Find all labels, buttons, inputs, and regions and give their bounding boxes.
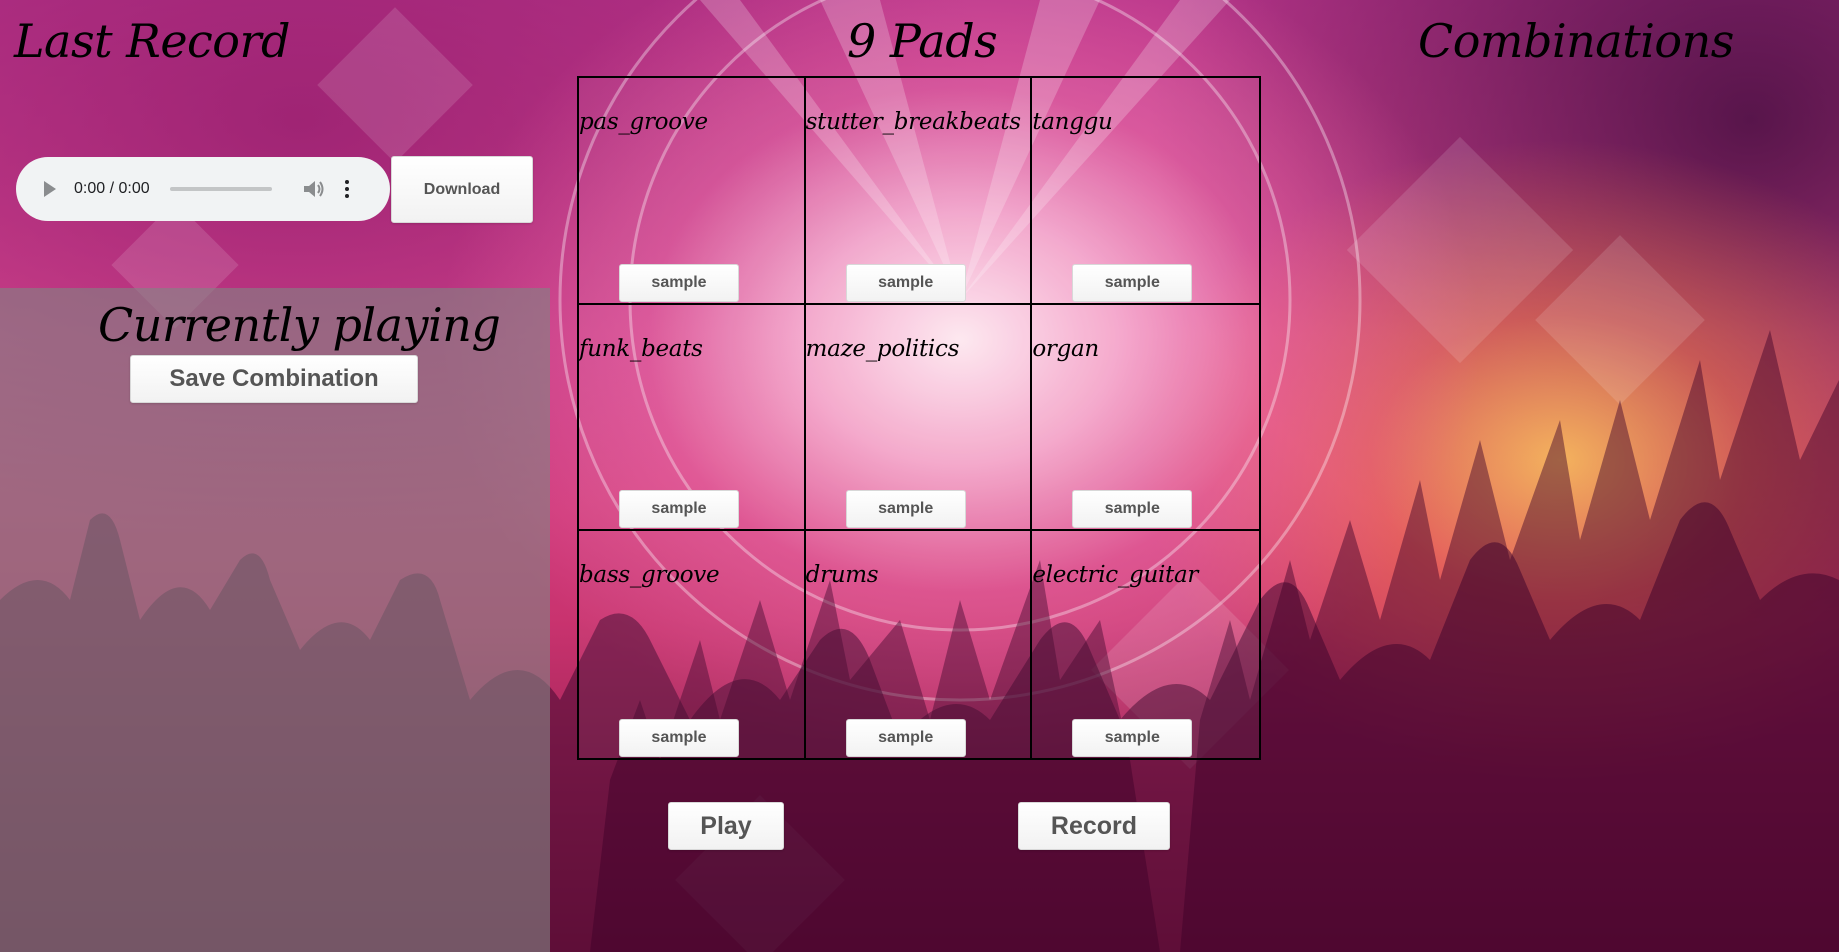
pads-heading: 9 Pads xyxy=(847,14,998,68)
pad-name: organ xyxy=(1032,335,1099,362)
save-combination-button[interactable]: Save Combination xyxy=(130,355,418,403)
pad-name: drums xyxy=(805,562,879,589)
sample-button[interactable]: sample xyxy=(619,719,739,757)
audio-time: 0:00 / 0:00 xyxy=(74,180,150,197)
pad-electric-guitar[interactable]: electric_guitar sample xyxy=(1032,531,1259,758)
sample-button[interactable]: sample xyxy=(1072,490,1193,529)
pad-drums[interactable]: drums sample xyxy=(805,531,1033,758)
pad-funk-beats[interactable]: funk_beats sample xyxy=(579,304,806,532)
pad-tanggu[interactable]: tanggu sample xyxy=(1032,78,1259,305)
currently-playing-heading: Currently playing xyxy=(98,298,501,352)
sample-button[interactable]: sample xyxy=(619,490,739,529)
sample-button[interactable]: sample xyxy=(1072,719,1193,757)
pad-name: maze_politics xyxy=(805,335,960,362)
record-button[interactable]: Record xyxy=(1018,802,1170,850)
pad-name: pas_groove xyxy=(579,109,708,135)
play-button[interactable]: Play xyxy=(668,802,784,850)
last-record-heading: Last Record xyxy=(14,14,290,68)
combinations-heading: Combinations xyxy=(1418,14,1734,68)
pad-bass-groove[interactable]: bass_groove sample xyxy=(579,531,806,758)
pads-grid: pas_groove sample stutter_breakbeats sam… xyxy=(577,76,1261,760)
download-button[interactable]: Download xyxy=(391,156,533,223)
more-vertical-icon[interactable] xyxy=(344,180,350,198)
sample-button[interactable]: sample xyxy=(845,719,966,757)
pad-pas-groove[interactable]: pas_groove sample xyxy=(579,78,806,305)
pad-name: bass_groove xyxy=(579,562,720,589)
pad-name: electric_guitar xyxy=(1032,562,1199,589)
pad-name: tanggu xyxy=(1032,109,1113,135)
pad-stutter-breakbeats[interactable]: stutter_breakbeats sample xyxy=(805,78,1033,305)
audio-seek-bar[interactable] xyxy=(169,187,272,191)
pad-name: stutter_breakbeats xyxy=(805,109,1021,135)
pad-name: funk_beats xyxy=(579,335,703,362)
sample-button[interactable]: sample xyxy=(1072,263,1193,302)
volume-icon[interactable] xyxy=(302,179,326,199)
play-icon[interactable] xyxy=(44,181,56,197)
sample-button[interactable]: sample xyxy=(845,263,966,302)
sample-button[interactable]: sample xyxy=(619,263,739,302)
pad-maze-politics[interactable]: maze_politics sample xyxy=(805,304,1033,532)
last-record-audio-player[interactable]: 0:00 / 0:00 xyxy=(16,157,390,221)
sample-button[interactable]: sample xyxy=(845,490,966,529)
pad-organ[interactable]: organ sample xyxy=(1032,304,1259,532)
